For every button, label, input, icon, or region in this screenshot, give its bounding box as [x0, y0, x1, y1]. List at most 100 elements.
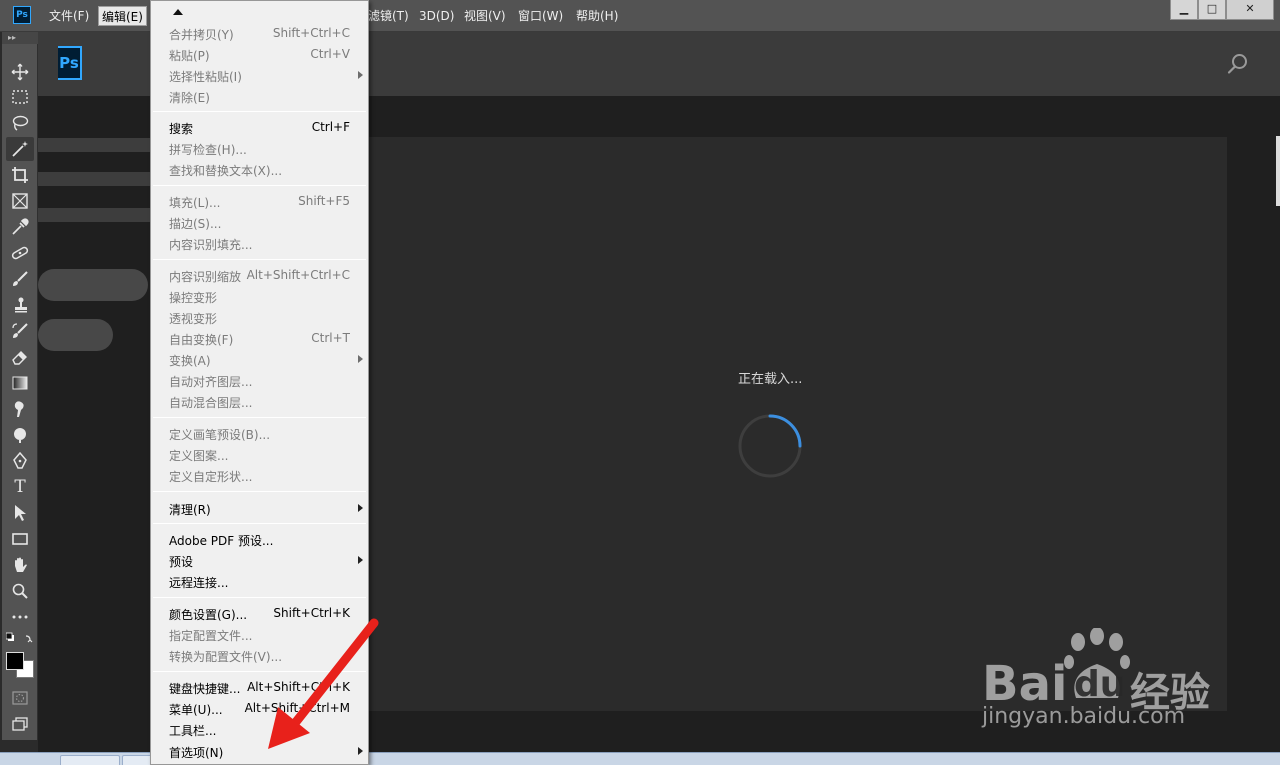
- edit-menu-item[interactable]: 自动对齐图层...: [151, 370, 368, 391]
- edit-menu-item[interactable]: 查找和替换文本(X)...: [151, 159, 368, 180]
- chevron-up-icon: [173, 9, 183, 15]
- edit-menu-item[interactable]: 远程连接...: [151, 571, 368, 592]
- menu-item-label: 填充(L)...: [169, 196, 221, 210]
- edit-menu-item[interactable]: Adobe PDF 预设...: [151, 529, 368, 550]
- menu-view[interactable]: 视图(V): [461, 0, 509, 32]
- sidebar-placeholder-line: [38, 208, 150, 222]
- sidebar-placeholder-line: [38, 138, 150, 152]
- edit-menu-item[interactable]: 填充(L)... Shift+F5: [151, 191, 368, 212]
- edit-menu-item[interactable]: 内容识别填充...: [151, 233, 368, 254]
- pen-tool-icon[interactable]: [6, 449, 34, 473]
- menu-scroll-up[interactable]: [151, 3, 211, 21]
- lasso-tool-icon[interactable]: [6, 111, 34, 135]
- menu-item-shortcut: Alt+Shift+Ctrl+C: [246, 268, 350, 282]
- edit-menu-item[interactable]: 定义自定形状...: [151, 465, 368, 486]
- quick-mask-icon[interactable]: [6, 686, 34, 710]
- eraser-tool-icon[interactable]: [6, 345, 34, 369]
- menu-item-shortcut: Shift+F5: [298, 194, 350, 208]
- foreground-color-swatch[interactable]: [6, 652, 24, 670]
- submenu-arrow-icon: [358, 355, 363, 363]
- edit-menu-item[interactable]: 合并拷贝(Y) Shift+Ctrl+C: [151, 23, 368, 44]
- edit-menu-item[interactable]: 描边(S)...: [151, 212, 368, 233]
- history-brush-tool-icon[interactable]: [6, 319, 34, 343]
- edit-menu-item[interactable]: 定义图案...: [151, 444, 368, 465]
- menu-item-label: 自动混合图层...: [169, 396, 253, 410]
- menu-item-label: 拼写检查(H)...: [169, 143, 247, 157]
- tools-panel-grip[interactable]: ▸▸: [2, 32, 38, 44]
- edit-menu-item[interactable]: 内容识别缩放 Alt+Shift+Ctrl+C: [151, 265, 368, 286]
- edit-menu-item[interactable]: 自动混合图层...: [151, 391, 368, 412]
- edit-menu-item[interactable]: 变换(A): [151, 349, 368, 370]
- edit-menu-item[interactable]: 操控变形: [151, 286, 368, 307]
- menu-separator: [153, 185, 366, 186]
- clone-stamp-tool-icon[interactable]: [6, 293, 34, 317]
- menu-filter[interactable]: 滤镜(T): [365, 0, 412, 32]
- menu-window[interactable]: 窗口(W): [515, 0, 566, 32]
- submenu-arrow-icon: [358, 71, 363, 79]
- crop-tool-icon[interactable]: [6, 163, 34, 187]
- panel-edge: [1276, 136, 1280, 206]
- watermark-url: jingyan.baidu.com: [982, 704, 1186, 729]
- edit-menu-item[interactable]: 自由变换(F) Ctrl+T: [151, 328, 368, 349]
- edit-menu-item[interactable]: 透视变形: [151, 307, 368, 328]
- menu-3d[interactable]: 3D(D): [416, 0, 457, 32]
- close-window-button[interactable]: ✕: [1226, 0, 1274, 20]
- screen-mode-icon[interactable]: [6, 712, 34, 736]
- marquee-tool-icon[interactable]: [6, 85, 34, 109]
- menu-item-label: 操控变形: [169, 291, 218, 305]
- hand-tool-icon[interactable]: [6, 553, 34, 577]
- menu-edit[interactable]: 编辑(E): [98, 6, 147, 26]
- menu-item-label: 粘贴(P): [169, 49, 210, 63]
- sidebar-placeholder-button: [38, 319, 113, 351]
- gradient-tool-icon[interactable]: [6, 371, 34, 395]
- zoom-tool-icon[interactable]: [6, 579, 34, 603]
- menu-item-label: 自由变换(F): [169, 333, 234, 347]
- menu-item-label: 定义自定形状...: [169, 470, 253, 484]
- menu-file[interactable]: 文件(F): [46, 0, 92, 32]
- menu-help[interactable]: 帮助(H): [573, 0, 621, 32]
- taskbar-button[interactable]: [122, 755, 152, 765]
- edit-menu-item[interactable]: 清除(E): [151, 86, 368, 107]
- menu-separator: [153, 523, 366, 524]
- loading-spinner: [738, 414, 802, 478]
- move-tool-icon[interactable]: [6, 60, 34, 84]
- menu-item-label: 清理(R): [169, 503, 211, 517]
- photoshop-app-icon[interactable]: Ps: [13, 6, 31, 24]
- photoshop-logo: Ps: [58, 46, 82, 80]
- edit-menu-item[interactable]: 预设: [151, 550, 368, 571]
- type-tool-icon[interactable]: T: [6, 475, 34, 499]
- default-colors-icon[interactable]: [6, 632, 34, 648]
- menu-item-label: Adobe PDF 预设...: [169, 534, 274, 548]
- annotation-arrow: [268, 618, 379, 749]
- taskbar-button[interactable]: [60, 755, 120, 765]
- edit-menu-item[interactable]: 定义画笔预设(B)...: [151, 423, 368, 444]
- edit-menu-item[interactable]: 选择性粘贴(I): [151, 65, 368, 86]
- menu-item-label: 远程连接...: [169, 576, 229, 590]
- watermark-text: du: [1074, 664, 1126, 705]
- edit-menu-item[interactable]: 搜索 Ctrl+F: [151, 117, 368, 138]
- brush-tool-icon[interactable]: [6, 267, 34, 291]
- menu-separator: [153, 417, 366, 418]
- search-icon[interactable]: [1226, 52, 1250, 76]
- sidebar-placeholder-button: [38, 269, 148, 301]
- edit-menu-item[interactable]: 粘贴(P) Ctrl+V: [151, 44, 368, 65]
- dodge-tool-icon[interactable]: [6, 423, 34, 447]
- edit-menu-item[interactable]: 拼写检查(H)...: [151, 138, 368, 159]
- healing-tool-icon[interactable]: [6, 241, 34, 265]
- rectangle-tool-icon[interactable]: [6, 527, 34, 551]
- minimize-button[interactable]: ▁: [1170, 0, 1198, 20]
- menu-item-shortcut: Ctrl+F: [311, 120, 350, 134]
- baidu-jingyan-watermark: Bai du 经验 jingyan.baidu.com: [982, 628, 1222, 738]
- more-tools-icon[interactable]: [6, 605, 34, 629]
- eyedropper-tool-icon[interactable]: [6, 215, 34, 239]
- path-selection-tool-icon[interactable]: [6, 501, 34, 525]
- frame-tool-icon[interactable]: [6, 189, 34, 213]
- maximize-button[interactable]: □: [1198, 0, 1226, 20]
- smudge-tool-icon[interactable]: [6, 397, 34, 421]
- menu-item-label: 变换(A): [169, 354, 211, 368]
- edit-menu-item[interactable]: 清理(R): [151, 498, 368, 519]
- magic-wand-tool-icon[interactable]: [6, 137, 34, 161]
- menu-separator: [153, 597, 366, 598]
- menu-separator: [153, 491, 366, 492]
- maximize-icon: □: [1206, 2, 1218, 15]
